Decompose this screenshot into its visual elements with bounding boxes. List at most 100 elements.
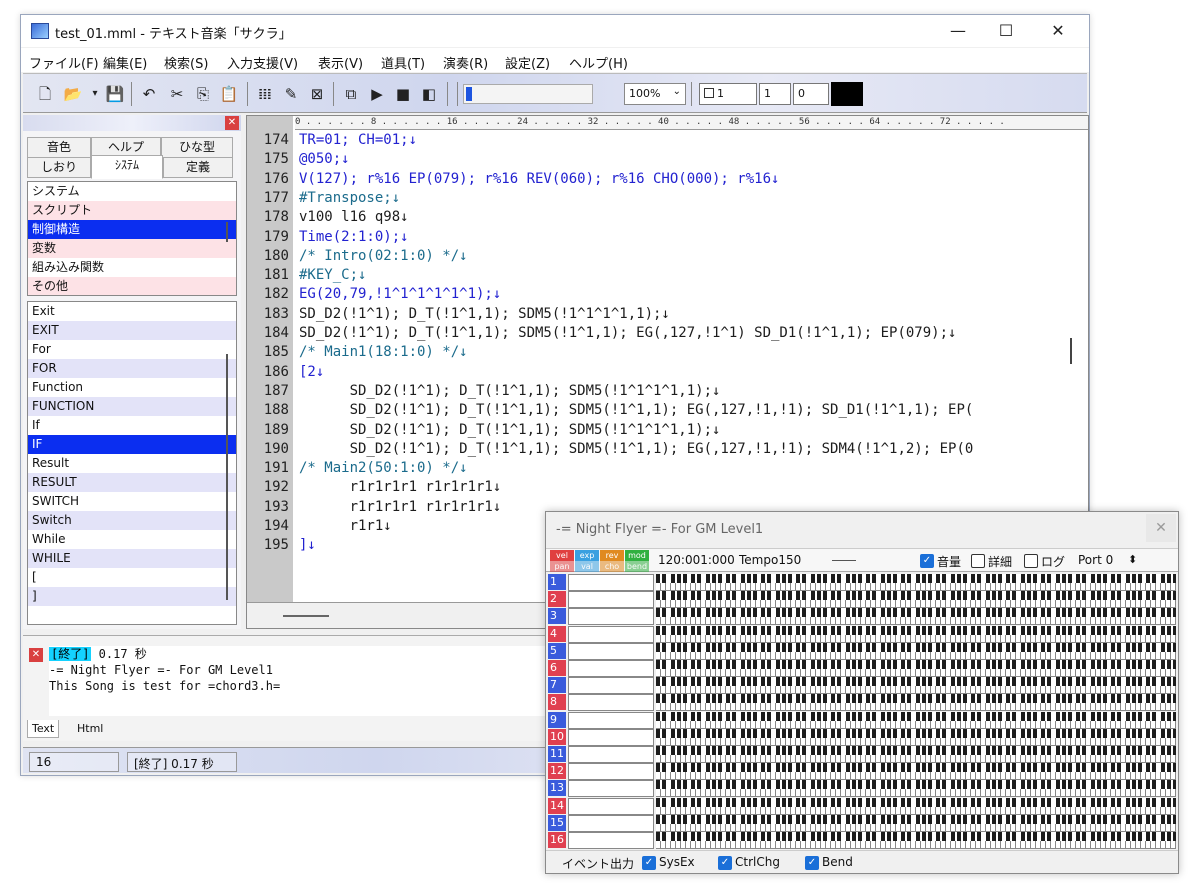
- category-item[interactable]: その他: [28, 277, 236, 295]
- close-icon[interactable]: ✕: [1146, 514, 1176, 542]
- scrollbar-thumb[interactable]: [1070, 338, 1072, 364]
- menu-search[interactable]: 検索(S): [164, 53, 208, 72]
- keyword-item[interactable]: SWITCH: [28, 492, 236, 511]
- sound-checkbox[interactable]: ✓: [920, 554, 934, 568]
- category-item[interactable]: システム: [28, 182, 236, 201]
- bend-checkbox[interactable]: ✓: [805, 856, 819, 870]
- number-field-2[interactable]: 1: [759, 83, 791, 105]
- undo-icon[interactable]: ↶: [139, 84, 159, 104]
- keyword-item[interactable]: [: [28, 568, 236, 587]
- code-line[interactable]: SD_D2(!1^1); D_T(!1^1,1); SDM5(!1^1,1); …: [299, 325, 956, 341]
- code-line[interactable]: /* Intro(02:1:0) */↓: [299, 248, 468, 264]
- code-line[interactable]: SD_D2(!1^1); D_T(!1^1,1); SDM5(!1^1^1^1,…: [299, 306, 670, 322]
- keyword-item[interactable]: RESULT: [28, 473, 236, 492]
- minimize-button[interactable]: —: [935, 19, 981, 43]
- keyword-item[interactable]: FUNCTION: [28, 397, 236, 416]
- tab-system[interactable]: ｼｽﾃﾑ: [91, 155, 163, 179]
- spinner-icon[interactable]: ⬍: [1128, 553, 1137, 566]
- code-line[interactable]: EG(20,79,!1^1^1^1^1^1);↓: [299, 286, 501, 302]
- tempo-slider-thumb[interactable]: [466, 87, 472, 101]
- new-file-icon[interactable]: 🗋: [35, 84, 55, 104]
- keyword-item[interactable]: For: [28, 340, 236, 359]
- color-swatch[interactable]: [831, 82, 863, 106]
- tempo-slider[interactable]: [463, 84, 593, 104]
- scrollbar-thumb[interactable]: [226, 354, 228, 600]
- close-icon[interactable]: ✕: [29, 648, 43, 662]
- close-icon[interactable]: ✕: [225, 116, 239, 130]
- code-line[interactable]: v100 l16 q98↓: [299, 209, 409, 225]
- dropdown-arrow-icon[interactable]: ▾: [85, 84, 105, 104]
- menu-tools[interactable]: 道具(T): [381, 53, 425, 72]
- keyword-item[interactable]: Function: [28, 378, 236, 397]
- sysex-checkbox[interactable]: ✓: [642, 856, 656, 870]
- menu-help[interactable]: ヘルプ(H): [569, 53, 628, 72]
- play-from-cursor-icon[interactable]: ⧉: [341, 84, 361, 104]
- scrollbar-thumb[interactable]: [283, 615, 329, 617]
- code-line[interactable]: V(127); r%16 EP(079); r%16 REV(060); r%1…: [299, 171, 779, 187]
- code-line[interactable]: r1r1r1r1 r1r1r1r1↓: [299, 499, 502, 515]
- menu-settings[interactable]: 設定(Z): [505, 53, 550, 72]
- keyword-item[interactable]: Exit: [28, 302, 236, 321]
- keyword-item[interactable]: FOR: [28, 359, 236, 378]
- rewind-icon[interactable]: ◧: [419, 84, 439, 104]
- cut-icon[interactable]: ✂: [167, 84, 187, 104]
- code-line[interactable]: ]↓: [299, 537, 316, 553]
- image-icon[interactable]: ⊠: [307, 84, 327, 104]
- tab-template[interactable]: ひな型: [161, 137, 233, 158]
- category-item[interactable]: 組み込み関数: [28, 258, 236, 277]
- tab-html[interactable]: Html: [73, 720, 107, 738]
- code-line[interactable]: Time(2:1:0);↓: [299, 229, 409, 245]
- menu-play[interactable]: 演奏(R): [443, 53, 488, 72]
- log-checkbox[interactable]: [1024, 554, 1038, 568]
- menu-file[interactable]: ファイル(F): [29, 53, 99, 72]
- stop-icon[interactable]: ■: [393, 84, 413, 104]
- paste-icon[interactable]: 📋: [219, 84, 239, 104]
- code-line[interactable]: [2↓: [299, 364, 324, 380]
- close-button[interactable]: ✕: [1035, 19, 1081, 43]
- detail-checkbox[interactable]: [971, 554, 985, 568]
- number-field-3[interactable]: 0: [793, 83, 829, 105]
- zoom-select[interactable]: 100% ⌄: [624, 83, 686, 105]
- maximize-button[interactable]: ☐: [983, 19, 1029, 43]
- code-line[interactable]: SD_D2(!1^1); D_T(!1^1,1); SDM5(!1^1,1); …: [299, 441, 974, 457]
- menu-input-assist[interactable]: 入力支援(V): [227, 53, 298, 72]
- open-file-icon[interactable]: 📂: [63, 84, 83, 104]
- code-line[interactable]: /* Main1(18:1:0) */↓: [299, 344, 468, 360]
- code-line[interactable]: @050;↓: [299, 151, 350, 167]
- code-line[interactable]: TR=01; CH=01;↓: [299, 132, 417, 148]
- category-list[interactable]: システム スクリプト 制御構造 変数 組み込み関数 その他: [27, 181, 237, 296]
- keyword-item[interactable]: EXIT: [28, 321, 236, 340]
- piano-icon[interactable]: 𝍖: [255, 84, 275, 104]
- code-line[interactable]: SD_D2(!1^1); D_T(!1^1,1); SDM5(!1^1,1); …: [299, 402, 974, 418]
- tab-bookmark[interactable]: しおり: [27, 157, 91, 178]
- code-line[interactable]: #KEY_C;↓: [299, 267, 366, 283]
- save-icon[interactable]: 💾: [105, 84, 125, 104]
- keyword-item[interactable]: If: [28, 416, 236, 435]
- code-line[interactable]: SD_D2(!1^1); D_T(!1^1,1); SDM5(!1^1^1^1,…: [299, 383, 721, 399]
- code-line[interactable]: r1r1↓: [299, 518, 392, 534]
- keyword-item[interactable]: ]: [28, 587, 236, 606]
- keyword-list[interactable]: Exit EXIT For FOR Function FUNCTION If IF Result…: [27, 301, 237, 625]
- pen-icon[interactable]: ✎: [281, 84, 301, 104]
- category-item[interactable]: 制御構造: [28, 220, 236, 239]
- code-line[interactable]: SD_D2(!1^1); D_T(!1^1,1); SDM5(!1^1^1^1,…: [299, 422, 721, 438]
- menu-view[interactable]: 表示(V): [318, 53, 363, 72]
- copy-icon[interactable]: ⎘: [193, 84, 213, 104]
- category-item[interactable]: 変数: [28, 239, 236, 258]
- keyword-item[interactable]: Switch: [28, 511, 236, 530]
- play-icon[interactable]: ▶: [367, 84, 387, 104]
- category-item[interactable]: スクリプト: [28, 201, 236, 220]
- tab-tone[interactable]: 音色: [27, 137, 91, 158]
- code-line[interactable]: r1r1r1r1 r1r1r1r1↓: [299, 479, 502, 495]
- title-bar[interactable]: test_01.mml - テキスト音楽「サクラ」 — ☐ ✕: [21, 15, 1089, 47]
- tab-definition[interactable]: 定義: [163, 157, 233, 178]
- scrollbar-thumb[interactable]: [226, 222, 228, 242]
- keyword-item[interactable]: Result: [28, 454, 236, 473]
- ctrlchg-checkbox[interactable]: ✓: [718, 856, 732, 870]
- tab-text[interactable]: Text: [27, 720, 60, 738]
- number-field-1[interactable]: 1: [699, 83, 757, 105]
- menu-edit[interactable]: 編集(E): [103, 53, 147, 72]
- code-line[interactable]: #Transpose;↓: [299, 190, 400, 206]
- keyword-item[interactable]: WHILE: [28, 549, 236, 568]
- code-line[interactable]: /* Main2(50:1:0) */↓: [299, 460, 468, 476]
